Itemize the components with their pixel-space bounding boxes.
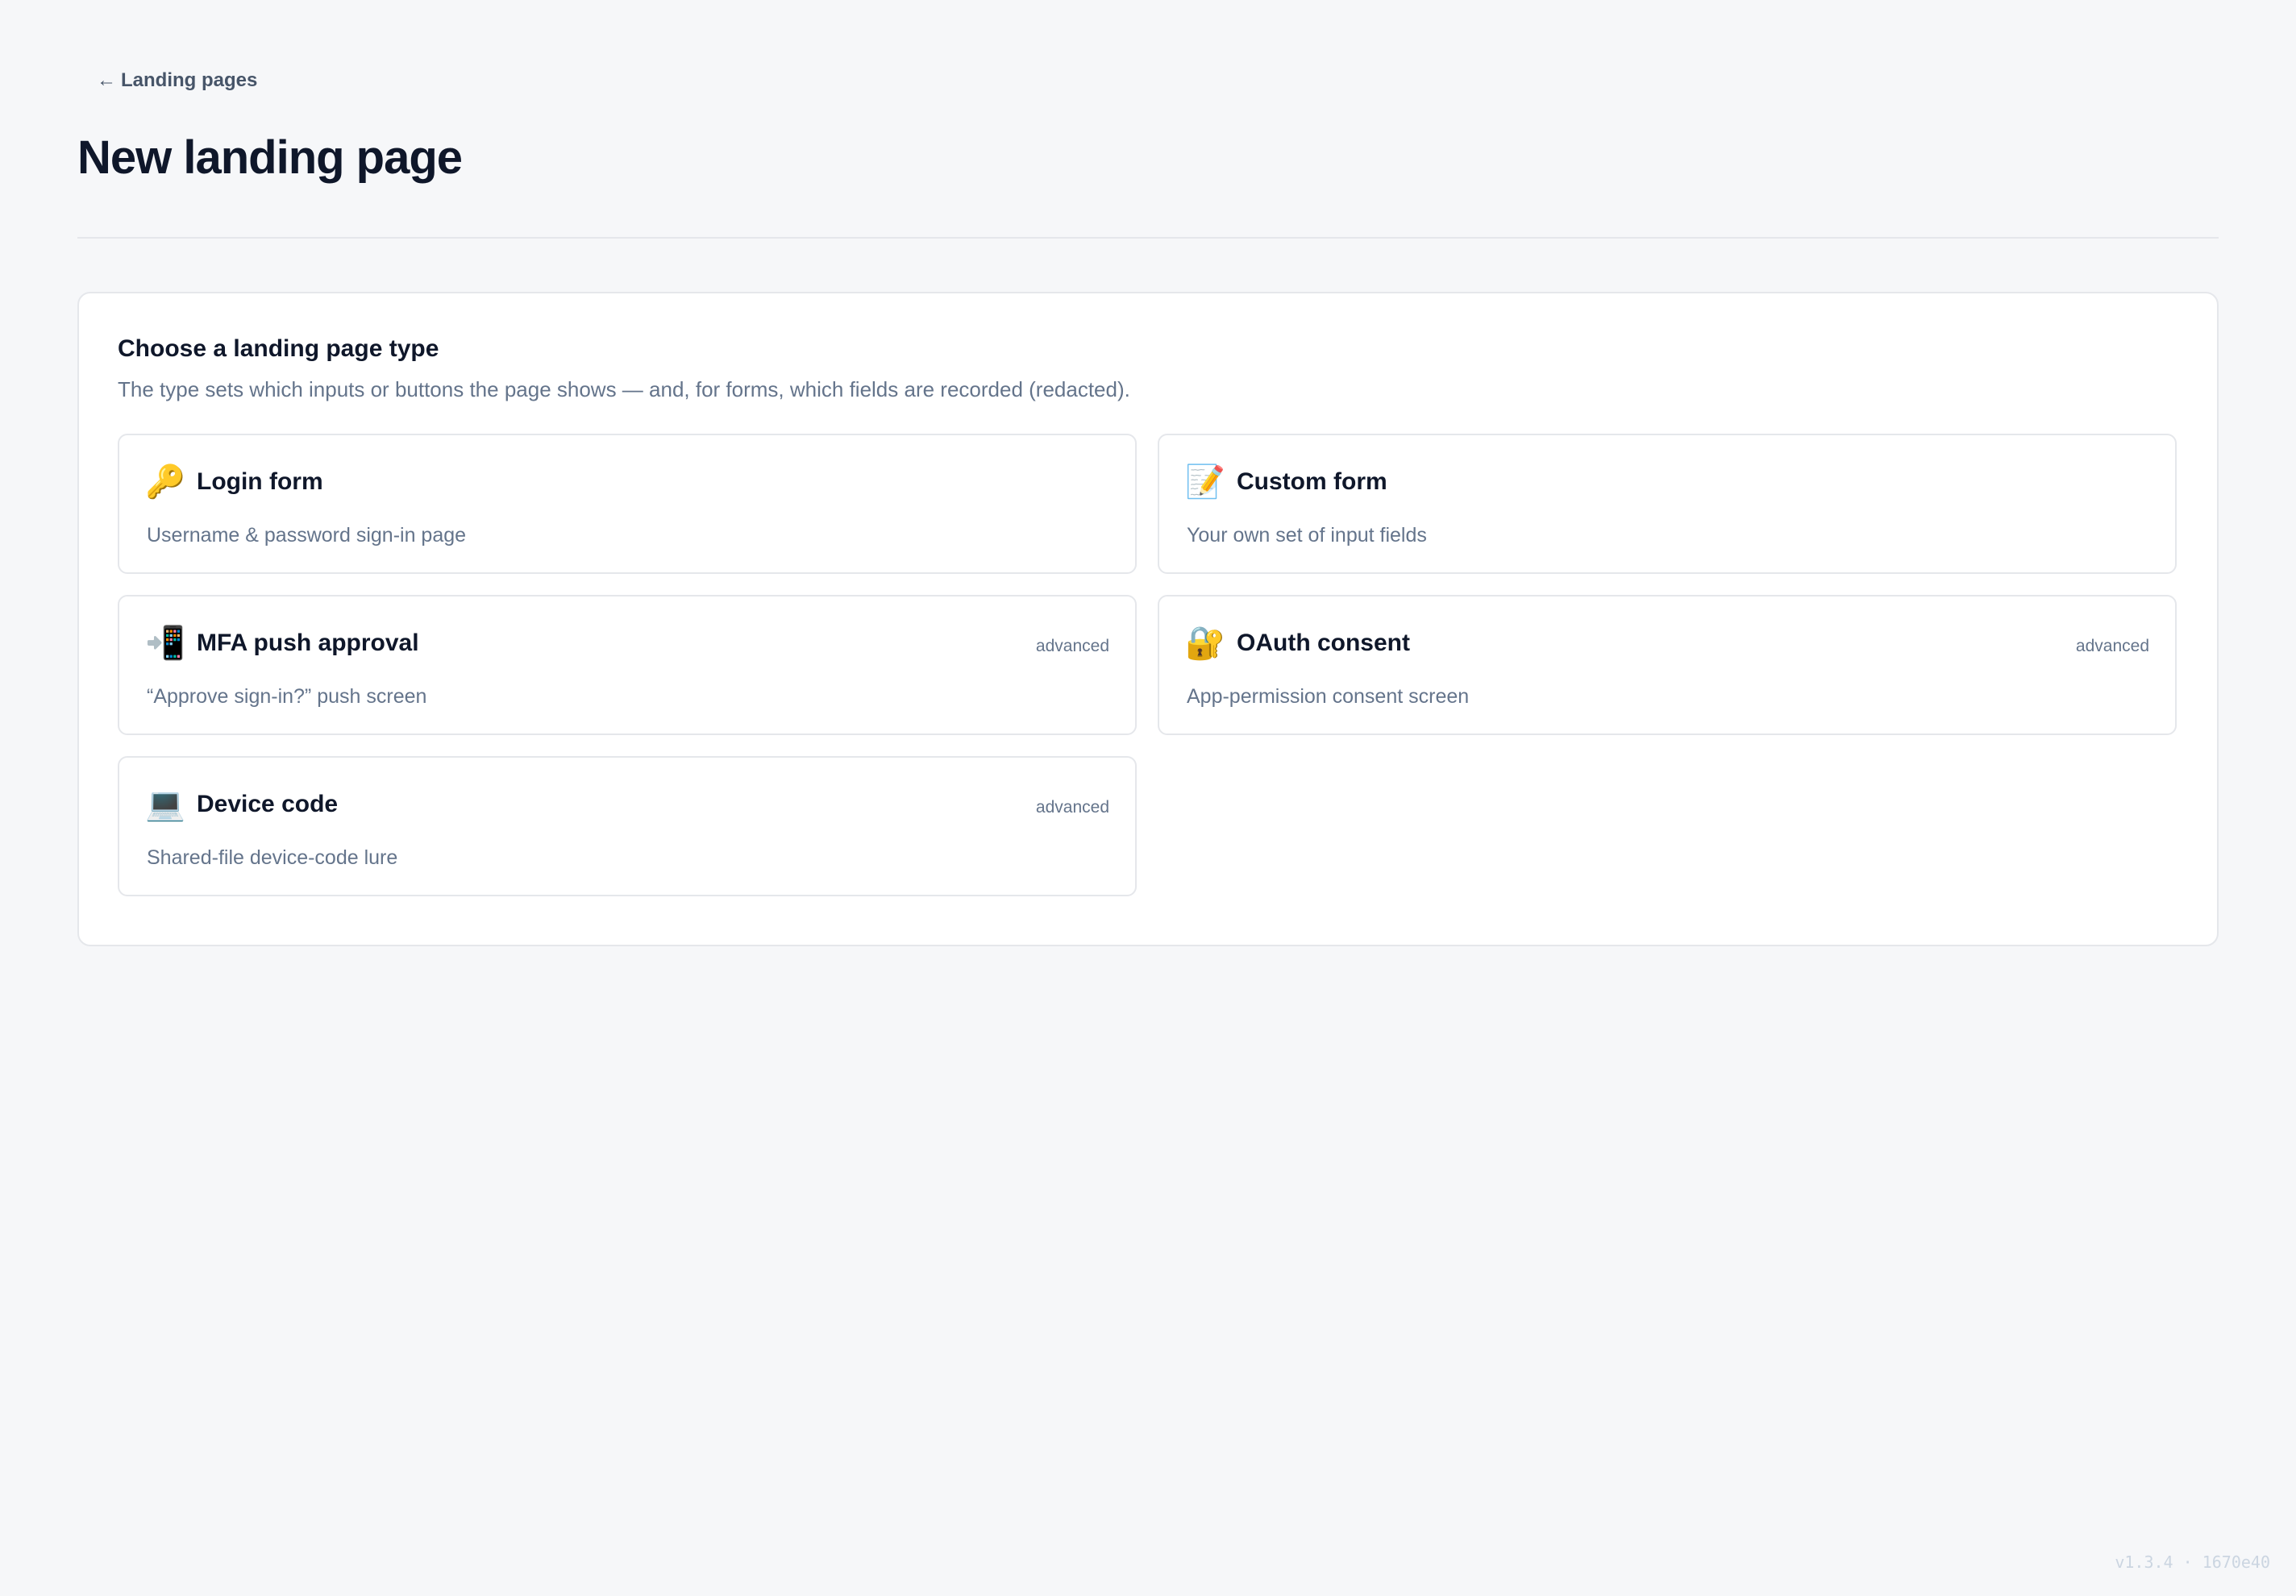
card-title: Login form [197, 468, 323, 495]
advanced-badge: advanced [2075, 637, 2149, 655]
landing-type-panel: Choose a landing page type The type sets… [77, 292, 2219, 946]
arrow-left-icon: ← [97, 69, 116, 91]
laptop-icon: 💻 [145, 787, 185, 822]
card-header: 📲 MFA push approval [145, 627, 419, 659]
back-link-label: Landing pages [121, 69, 258, 91]
card-title: Device code [197, 791, 339, 817]
card-header: 🔑 Login form [145, 466, 323, 498]
memo-icon: 📝 [1185, 464, 1225, 500]
key-icon: 🔑 [145, 464, 185, 500]
card-description: Username & password sign-in page [147, 524, 467, 547]
card-title: OAuth consent [1237, 630, 1410, 656]
card-title: Custom form [1237, 468, 1387, 495]
card-header: 🔐 OAuth consent [1185, 627, 1410, 659]
card-title: MFA push approval [197, 630, 419, 656]
landing-type-grid: 🔑 Login form Username & password sign-in… [118, 434, 2178, 896]
header-divider [77, 237, 2219, 239]
card-header: 💻 Device code [145, 788, 338, 821]
card-mfa-push-approval[interactable]: 📲 MFA push approval advanced “Approve si… [118, 595, 1137, 735]
panel-title: Choose a landing page type [118, 335, 439, 362]
mobile-arrow-icon: 📲 [145, 626, 185, 661]
card-login-form[interactable]: 🔑 Login form Username & password sign-in… [118, 434, 1137, 574]
card-description: “Approve sign-in?” push screen [147, 685, 427, 708]
card-description: App-permission consent screen [1187, 685, 1470, 708]
card-description: Your own set of input fields [1187, 524, 1427, 547]
version-label: v1.3.4 · 1670e40 [2115, 1552, 2270, 1572]
card-header: 📝 Custom form [1185, 466, 1387, 498]
card-device-code[interactable]: 💻 Device code advanced Shared-file devic… [118, 756, 1137, 896]
advanced-badge: advanced [1035, 798, 1109, 817]
page-title: New landing page [77, 131, 463, 184]
card-description: Shared-file device-code lure [147, 846, 398, 869]
panel-subtitle: The type sets which inputs or buttons th… [118, 377, 1130, 401]
card-oauth-consent[interactable]: 🔐 OAuth consent advanced App-permission … [1158, 595, 2177, 735]
advanced-badge: advanced [1035, 637, 1109, 655]
card-custom-form[interactable]: 📝 Custom form Your own set of input fiel… [1158, 434, 2177, 574]
lock-key-icon: 🔐 [1185, 626, 1225, 661]
back-link-landing-pages[interactable]: ← Landing pages [97, 69, 257, 92]
